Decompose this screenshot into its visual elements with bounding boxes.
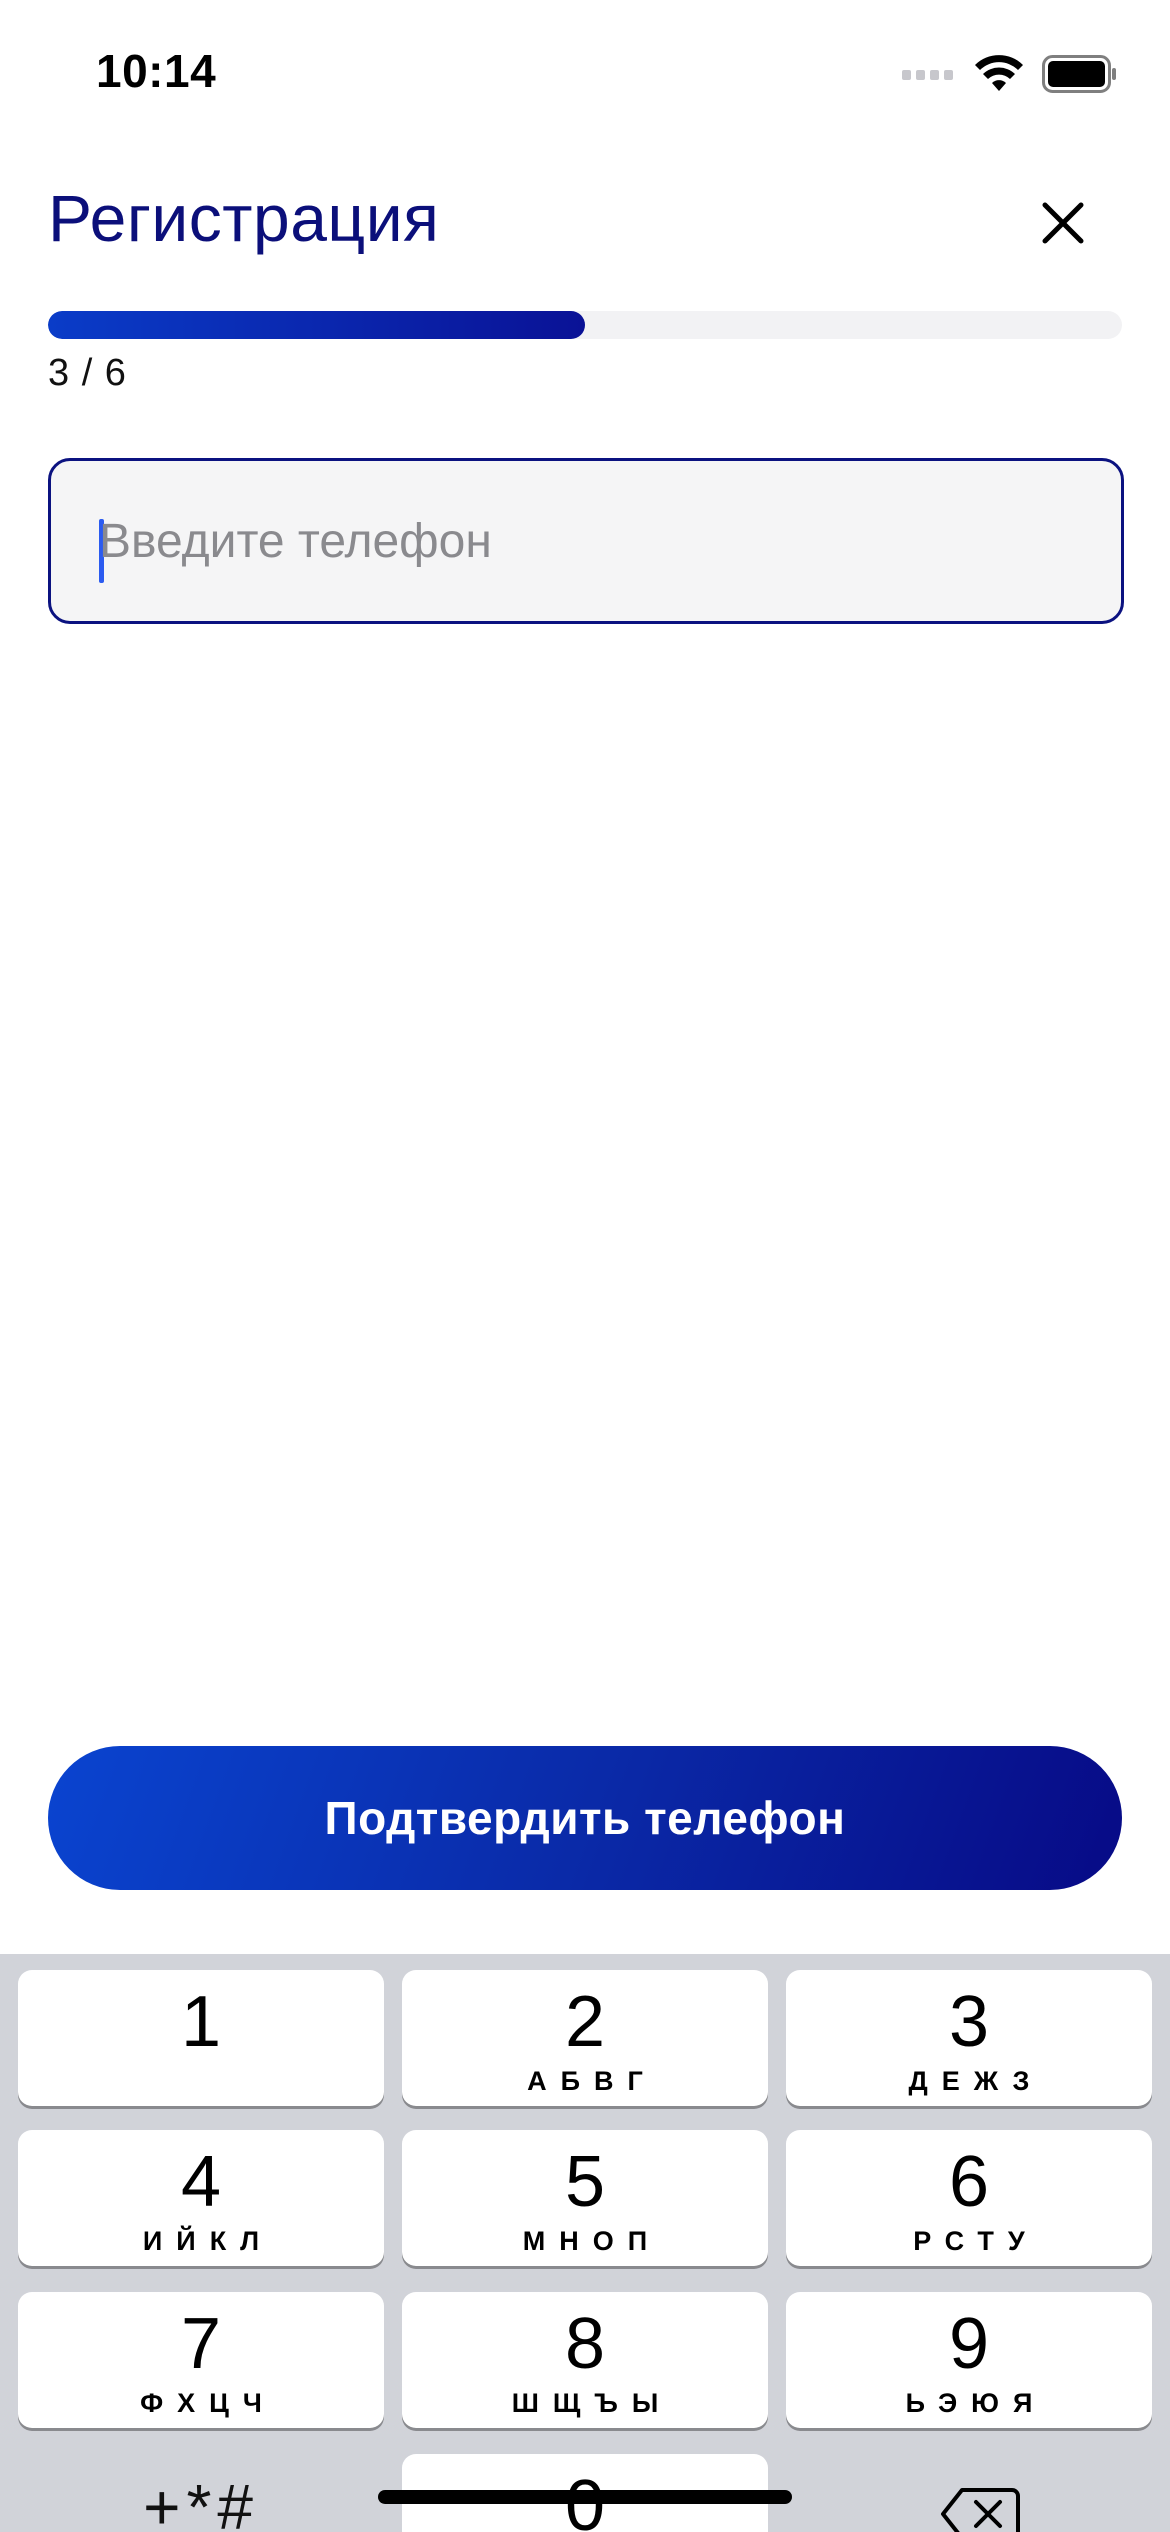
key-digit: 3: [948, 1982, 990, 2062]
phone-field[interactable]: [48, 458, 1124, 624]
key-8[interactable]: 8 ШЩЪЫ: [402, 2292, 768, 2428]
key-letters: РСТУ: [913, 2226, 1039, 2256]
page-title: Регистрация: [48, 181, 440, 255]
key-digit: 9: [948, 2304, 990, 2384]
key-digit: 1: [180, 1982, 222, 2062]
key-letters: ЬЭЮЯ: [905, 2388, 1047, 2418]
confirm-phone-button[interactable]: Подтвердить телефон: [48, 1746, 1122, 1890]
status-bar: 10:14: [0, 0, 1170, 140]
key-symbols[interactable]: +*#: [18, 2470, 384, 2532]
progress-label: 3 / 6: [48, 352, 127, 394]
battery-icon: [1042, 55, 1116, 93]
key-1[interactable]: 1: [18, 1970, 384, 2106]
wifi-icon: [975, 55, 1023, 91]
key-digit: 8: [564, 2304, 606, 2384]
key-digit: 5: [564, 2142, 606, 2222]
key-7[interactable]: 7 ФХЦЧ: [18, 2292, 384, 2428]
close-button[interactable]: [1030, 190, 1096, 256]
key-letters: ДЕЖЗ: [908, 2066, 1044, 2096]
close-icon: [1042, 202, 1084, 244]
key-2[interactable]: 2 АБВГ: [402, 1970, 768, 2106]
cellular-signal-icon: [902, 70, 953, 80]
key-letters: АБВГ: [527, 2066, 657, 2096]
progress-bar: [48, 311, 1122, 339]
key-letters: МНОП: [522, 2226, 662, 2256]
key-letters: ФХЦЧ: [140, 2388, 276, 2418]
key-9[interactable]: 9 ЬЭЮЯ: [786, 2292, 1152, 2428]
key-3[interactable]: 3 ДЕЖЗ: [786, 1970, 1152, 2106]
key-digit: 4: [180, 2142, 222, 2222]
numeric-keyboard: 1 2 АБВГ 3 ДЕЖЗ 4 ИЙКЛ 5 МНОП 6 РСТУ 7 Ф…: [0, 1954, 1170, 2532]
progress-fill: [48, 311, 585, 339]
key-digit: 6: [948, 2142, 990, 2222]
key-4[interactable]: 4 ИЙКЛ: [18, 2130, 384, 2266]
key-letters: ИЙКЛ: [142, 2226, 274, 2256]
backspace-key[interactable]: [940, 2484, 1020, 2532]
backspace-icon: [941, 2488, 1020, 2532]
phone-input[interactable]: [99, 461, 1099, 621]
key-digit: 2: [564, 1982, 606, 2062]
key-letters: ШЩЪЫ: [511, 2388, 673, 2418]
status-time: 10:14: [96, 45, 217, 97]
key-5[interactable]: 5 МНОП: [402, 2130, 768, 2266]
status-icons: [902, 50, 1118, 98]
key-6[interactable]: 6 РСТУ: [786, 2130, 1152, 2266]
home-indicator: [378, 2490, 792, 2504]
key-digit: 7: [180, 2304, 222, 2384]
